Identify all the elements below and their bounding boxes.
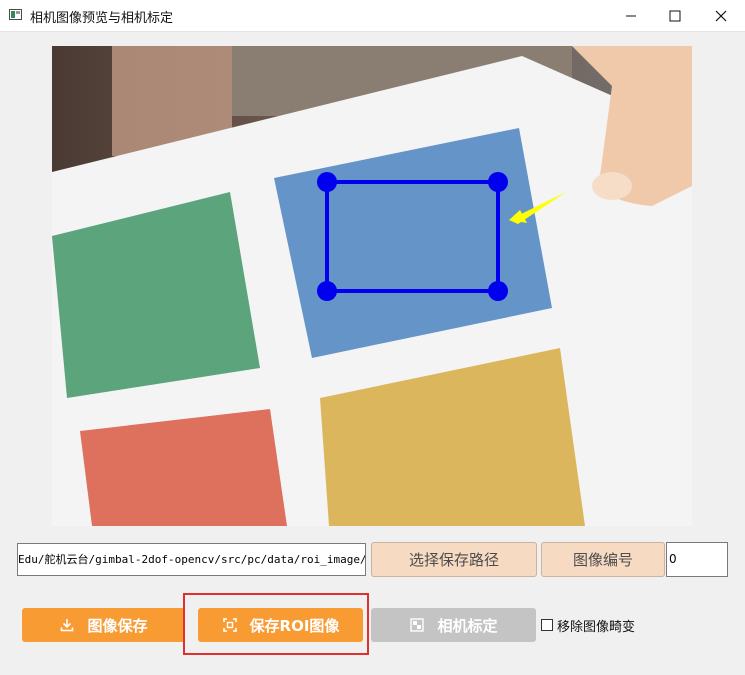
save-image-label: 图像保存 <box>87 616 148 635</box>
minimize-icon <box>626 15 636 16</box>
close-button[interactable] <box>698 0 744 31</box>
save-image-button[interactable]: 图像保存 <box>22 608 185 642</box>
highlight-box <box>183 593 369 655</box>
choose-save-path-button[interactable]: 选择保存路径 <box>371 542 537 577</box>
close-icon <box>715 10 727 21</box>
roi-corner-handle[interactable] <box>317 172 337 192</box>
roi-corner-handle[interactable] <box>317 281 337 301</box>
checkerboard-icon <box>409 617 425 633</box>
camera-frame-image <box>52 46 692 526</box>
camera-preview <box>52 46 692 526</box>
calibrate-button[interactable]: 相机标定 <box>371 608 536 642</box>
maximize-button[interactable] <box>652 0 698 31</box>
maximize-icon <box>669 10 681 21</box>
roi-corner-handle[interactable] <box>488 281 508 301</box>
title-bar[interactable]: 相机图像预览与相机标定 <box>0 0 745 32</box>
remove-distortion-checkbox[interactable] <box>541 619 553 631</box>
image-number-button[interactable]: 图像编号 <box>541 542 665 577</box>
remove-distortion-label: 移除图像畸变 <box>557 620 636 635</box>
image-number-input[interactable]: 0 <box>666 542 728 577</box>
save-path-field[interactable]: Edu/舵机云台/gimbal-2dof-opencv/src/pc/data/… <box>17 543 366 576</box>
window-title: 相机图像预览与相机标定 <box>30 11 174 26</box>
roi-corner-handle[interactable] <box>488 172 508 192</box>
minimize-button[interactable] <box>608 0 654 31</box>
calibrate-label: 相机标定 <box>437 616 498 635</box>
app-window-icon <box>9 9 22 20</box>
download-icon <box>59 617 75 633</box>
